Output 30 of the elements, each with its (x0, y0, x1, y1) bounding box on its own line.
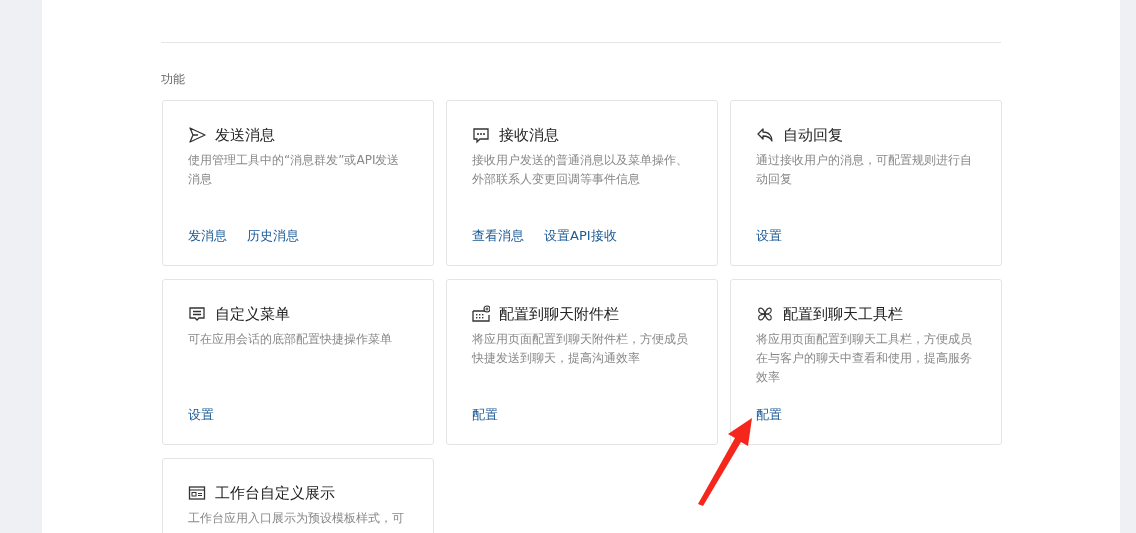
petals-icon (756, 305, 774, 323)
card-description: 工作台应用入口展示为预设模板样式，可 (188, 510, 405, 527)
action-link[interactable]: 查看消息 (472, 227, 524, 245)
card-description: 使用管理工具中的“消息群发”或API发送消息 (188, 152, 401, 188)
card-description: 可在应用会话的底部配置快捷操作菜单 (188, 331, 393, 348)
action-link[interactable]: 发消息 (188, 227, 227, 245)
menu-card-icon (188, 305, 206, 323)
card-title: 接收消息 (499, 124, 559, 146)
action-link[interactable]: 配置 (756, 406, 782, 424)
id-card-icon (188, 484, 206, 502)
card-title: 自定义菜单 (215, 303, 290, 325)
card-title: 配置到聊天附件栏 (499, 303, 619, 325)
action-link[interactable]: 设置API接收 (544, 227, 617, 245)
send-icon (188, 126, 206, 144)
card-description: 接收用户发送的普通消息以及菜单操作、外部联系人变更回调等事件信息 (472, 152, 689, 188)
action-link[interactable]: 配置 (472, 406, 498, 424)
card-title: 发送消息 (215, 124, 275, 146)
card-description: 通过接收用户的消息，可配置规则进行自动回复 (756, 152, 973, 188)
reply-arrow-icon (756, 126, 774, 144)
action-link[interactable]: 设置 (188, 406, 214, 424)
card-title: 工作台自定义展示 (215, 482, 335, 504)
action-link[interactable]: 历史消息 (247, 227, 299, 245)
card-title: 配置到聊天工具栏 (783, 303, 903, 325)
card-description: 将应用页面配置到聊天附件栏，方便成员快捷发送到聊天，提高沟通效率 (472, 331, 689, 367)
keyboard-plus-icon (472, 305, 490, 323)
action-link[interactable]: 设置 (756, 227, 782, 245)
card-description: 将应用页面配置到聊天工具栏，方便成员在与客户的聊天中查看和使用，提高服务效率 (756, 331, 973, 386)
section-title: 功能 (161, 71, 186, 88)
card-title: 自动回复 (783, 124, 843, 146)
chat-bubble-icon (472, 126, 490, 144)
